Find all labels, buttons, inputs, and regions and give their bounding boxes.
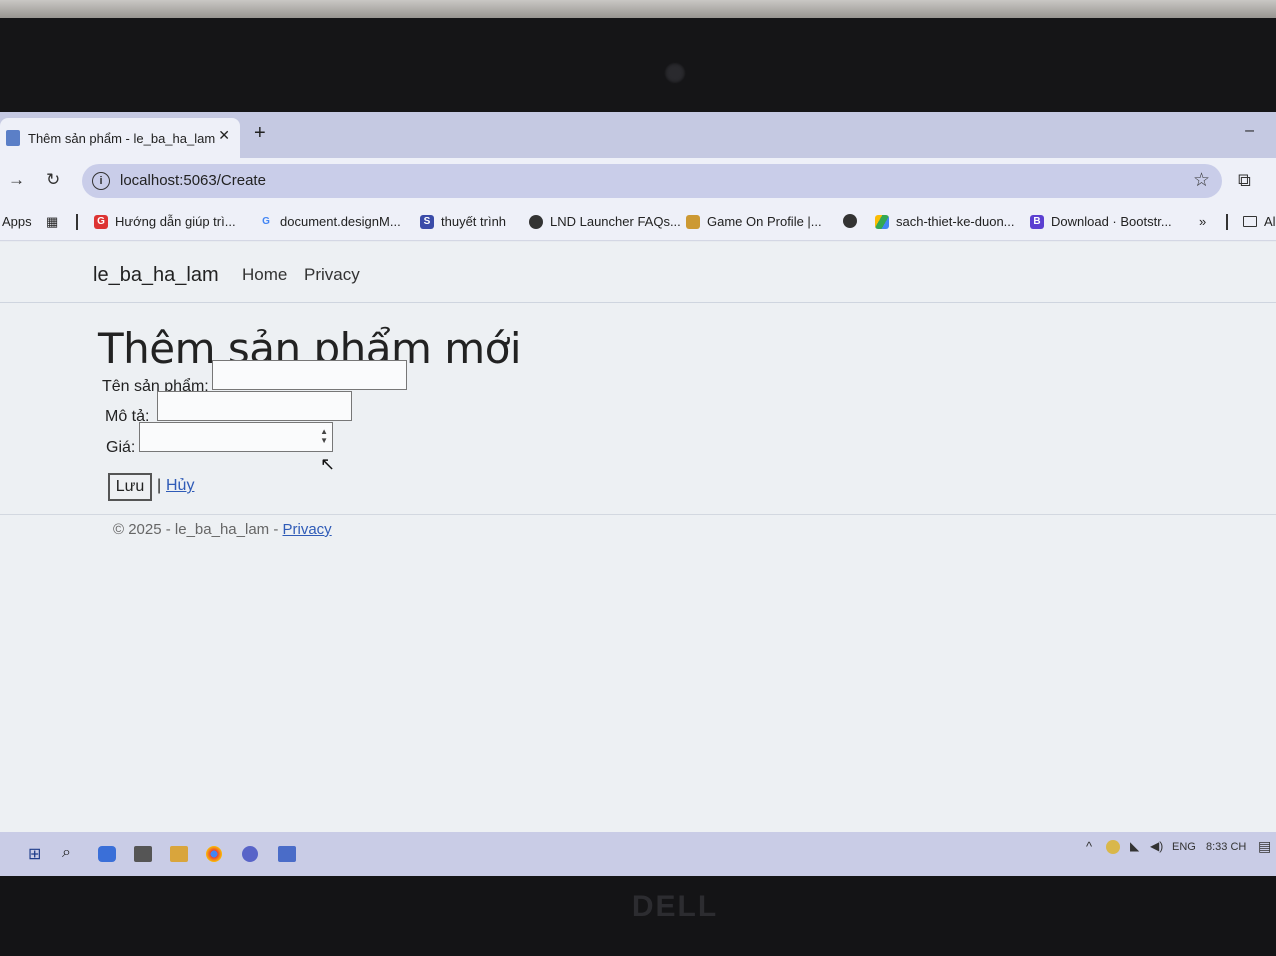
apps-grid-icon[interactable]: ▦ xyxy=(46,214,58,230)
language-indicator[interactable]: ENG xyxy=(1172,841,1196,853)
search-icon[interactable]: ⌕ xyxy=(62,844,80,861)
windows-taskbar: ⊞ ⌕ ^ ◣ ◀) ENG 8:33 CH ▤ xyxy=(0,832,1276,876)
site-info-icon[interactable]: i xyxy=(92,172,110,190)
new-tab-button[interactable]: + xyxy=(254,122,266,145)
bookmark-favicon-icon xyxy=(686,214,700,229)
bootstrap-icon: B xyxy=(1030,214,1044,229)
tab-active[interactable]: Thêm sản phẩm - le_ba_ha_lam ✕ xyxy=(0,118,240,158)
windows-start-icon[interactable]: ⊞ xyxy=(28,844,46,863)
google-icon: G xyxy=(262,215,270,227)
tab-strip: Thêm sản phẩm - le_ba_ha_lam ✕ + – xyxy=(0,112,1276,158)
site-navbar: le_ba_ha_lam Home Privacy xyxy=(0,242,1276,303)
bookmark-favicon-icon: S xyxy=(420,214,434,229)
page-favicon-icon xyxy=(6,130,20,146)
volume-icon[interactable]: ◀) xyxy=(1150,839,1163,853)
chrome-icon[interactable] xyxy=(206,846,222,862)
footer-privacy-link[interactable]: Privacy xyxy=(283,521,332,538)
taskview-icon[interactable] xyxy=(98,846,116,862)
drive-icon xyxy=(875,214,889,229)
product-name-input[interactable] xyxy=(212,360,407,390)
bookmark-item[interactable]: Sthuyết trình xyxy=(420,214,506,229)
app-icon[interactable] xyxy=(278,846,296,862)
bookmark-item[interactable]: LND Launcher FAQs... xyxy=(529,214,681,229)
action-separator: | xyxy=(157,477,162,494)
extensions-icon[interactable]: ⧉ xyxy=(1238,170,1251,191)
price-number-input[interactable]: ▲ ▼ xyxy=(139,422,333,452)
cancel-link[interactable]: Hủy xyxy=(166,477,194,495)
tray-app-icon[interactable] xyxy=(1106,840,1120,854)
address-bar[interactable]: i localhost:5063/Create ☆ xyxy=(82,164,1222,198)
bookmark-star-icon[interactable]: ☆ xyxy=(1193,169,1210,192)
globe-icon xyxy=(529,214,543,229)
bookmarks-bar: Apps ▦ G Hướng dẫn giúp trì... Gdocument.… xyxy=(0,204,1276,241)
close-tab-icon[interactable]: ✕ xyxy=(218,127,230,144)
url-text[interactable]: localhost:5063/Create xyxy=(120,172,266,189)
bookmark-item[interactable]: Game On Profile |... xyxy=(686,214,822,229)
webcam-icon xyxy=(664,62,686,84)
wifi-icon[interactable]: ◣ xyxy=(1130,839,1139,853)
reload-icon[interactable]: ↻ xyxy=(46,170,60,190)
discord-icon[interactable] xyxy=(242,846,258,862)
clock[interactable]: 8:33 CH xyxy=(1206,841,1246,853)
bookmarks-overflow-button[interactable]: » xyxy=(1199,214,1206,229)
form-row-price: Giá: xyxy=(106,439,135,457)
web-page: le_ba_ha_lam Home Privacy Thêm sản phẩm … xyxy=(0,242,1276,832)
globe-icon[interactable] xyxy=(843,214,864,228)
screen: Thêm sản phẩm - le_ba_ha_lam ✕ + – → ↻ i… xyxy=(0,112,1276,876)
bookmark-item[interactable]: G Hướng dẫn giúp trì... xyxy=(94,214,236,229)
tray-overflow-icon[interactable]: ^ xyxy=(1086,839,1092,854)
browser-toolbar: → ↻ i localhost:5063/Create ☆ ⧉ xyxy=(0,158,1276,204)
bookmark-item[interactable]: B Download · Bootstr... xyxy=(1030,214,1172,229)
store-icon[interactable] xyxy=(134,846,152,862)
price-label: Giá: xyxy=(106,439,136,456)
footer-text: © 2025 - le_ba_ha_lam - xyxy=(113,521,283,538)
bookmark-item[interactable]: sach-thiet-ke-duon... xyxy=(875,214,1015,229)
tab-title: Thêm sản phẩm - le_ba_ha_lam xyxy=(28,130,216,146)
bookmark-favicon-icon: G xyxy=(94,214,108,229)
nav-privacy-link[interactable]: Privacy xyxy=(304,265,360,285)
notifications-icon[interactable]: ▤ xyxy=(1258,838,1271,855)
bookmark-apps[interactable]: Apps xyxy=(2,214,32,229)
bookmark-separator xyxy=(1226,214,1228,230)
number-spinner-icon[interactable]: ▲ ▼ xyxy=(320,427,328,445)
site-brand-link[interactable]: le_ba_ha_lam xyxy=(93,264,219,287)
folder-icon xyxy=(1243,216,1257,227)
footer-divider xyxy=(0,514,1276,515)
forward-icon[interactable]: → xyxy=(8,170,25,190)
file-explorer-icon[interactable] xyxy=(170,846,188,862)
bookmark-separator xyxy=(76,214,78,230)
laptop-bezel-top xyxy=(0,18,1276,118)
minimize-button[interactable]: – xyxy=(1245,122,1254,140)
save-button[interactable]: Lưu xyxy=(108,473,152,501)
nav-home-link[interactable]: Home xyxy=(242,265,287,285)
bookmark-folder[interactable]: Al xyxy=(1243,214,1276,229)
bookmark-item[interactable]: Gdocument.designM... xyxy=(259,214,401,229)
laptop-logo: DELL xyxy=(631,890,719,923)
description-input[interactable] xyxy=(157,391,352,421)
site-footer: © 2025 - le_ba_ha_lam - Privacy xyxy=(113,521,332,538)
mouse-cursor-icon: ↖ xyxy=(320,454,336,474)
laptop-bezel-bottom: DELL xyxy=(0,876,1276,956)
